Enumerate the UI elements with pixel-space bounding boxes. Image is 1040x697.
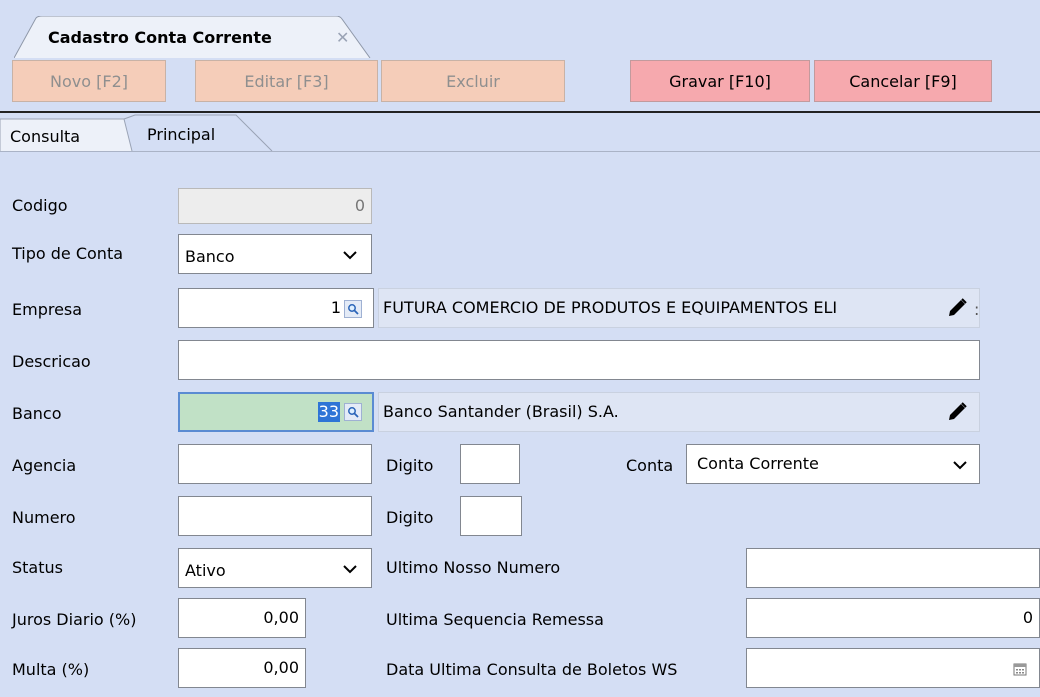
tab-divider xyxy=(0,151,1040,152)
multa-label: Multa (%) xyxy=(12,660,90,679)
numero-label: Numero xyxy=(12,508,76,527)
status-label: Status xyxy=(12,558,63,577)
empresa-description-text: FUTURA COMERCIO DE PRODUTOS E EQUIPAMENT… xyxy=(383,298,838,317)
descricao-field[interactable] xyxy=(178,340,980,380)
agencia-label: Agencia xyxy=(12,456,77,475)
banco-label: Banco xyxy=(12,404,62,423)
magnifier-icon xyxy=(348,407,359,418)
banco-description: Banco Santander (Brasil) S.A. xyxy=(378,392,980,432)
tipo-conta-value: Banco xyxy=(185,247,235,266)
chevron-down-icon xyxy=(953,461,967,470)
conta-value: Conta Corrente xyxy=(697,454,819,473)
banco-edit-pencil-icon[interactable] xyxy=(946,401,968,423)
chevron-down-icon xyxy=(343,565,357,574)
status-value: Ativo xyxy=(185,561,226,580)
document-tab[interactable]: Cadastro Conta Corrente ✕ xyxy=(14,16,374,58)
agencia-field[interactable] xyxy=(178,444,372,484)
cancelar-button[interactable]: Cancelar [F9] xyxy=(814,60,992,102)
numero-digito-field[interactable] xyxy=(460,496,522,536)
agencia-digito-label: Digito xyxy=(386,456,434,475)
tab-principal[interactable]: Principal xyxy=(147,125,215,144)
empresa-edit-pencil-icon[interactable] xyxy=(946,297,968,319)
gravar-button[interactable]: Gravar [F10] xyxy=(630,60,810,102)
juros-diario-field[interactable]: 0,00 xyxy=(178,598,306,638)
ultimo-nosso-numero-label: Ultimo Nosso Numero xyxy=(386,558,561,577)
agencia-digito-field[interactable] xyxy=(460,444,520,484)
close-icon[interactable]: ✕ xyxy=(336,28,349,47)
editar-button[interactable]: Editar [F3] xyxy=(195,60,378,102)
calendar-icon[interactable] xyxy=(1013,662,1027,676)
ultimo-nosso-numero-field[interactable] xyxy=(746,548,1040,588)
banco-description-text: Banco Santander (Brasil) S.A. xyxy=(383,402,619,421)
empresa-code: 1 xyxy=(330,298,341,317)
codigo-label: Codigo xyxy=(12,196,68,215)
empresa-label: Empresa xyxy=(12,300,83,319)
data-ultima-consulta-field[interactable] xyxy=(746,648,1040,688)
numero-digito-label: Digito xyxy=(386,508,434,527)
novo-button[interactable]: Novo [F2] xyxy=(12,60,166,102)
data-ultima-consulta-label: Data Ultima Consulta de Boletos WS xyxy=(386,660,678,679)
tipo-conta-label: Tipo de Conta xyxy=(12,244,124,263)
ultima-sequencia-remessa-label: Ultima Sequencia Remessa xyxy=(386,610,604,629)
empresa-lookup-button[interactable] xyxy=(344,300,362,318)
conta-select[interactable]: Conta Corrente xyxy=(686,444,980,484)
document-tab-title: Cadastro Conta Corrente xyxy=(48,28,272,47)
tab-consulta[interactable]: Consulta xyxy=(10,127,80,146)
numero-field[interactable] xyxy=(178,496,372,536)
multa-field[interactable]: 0,00 xyxy=(178,648,306,688)
codigo-field: 0 xyxy=(178,188,372,224)
descricao-label: Descricao xyxy=(12,352,91,371)
tipo-conta-select[interactable]: Banco xyxy=(178,234,372,274)
banco-lookup-button[interactable] xyxy=(344,403,362,421)
excluir-button[interactable]: Excluir xyxy=(381,60,565,102)
magnifier-icon xyxy=(348,304,359,315)
conta-label: Conta xyxy=(626,456,674,475)
ultima-sequencia-remessa-field[interactable]: 0 xyxy=(746,598,1040,638)
empresa-description: FUTURA COMERCIO DE PRODUTOS E EQUIPAMENT… xyxy=(378,288,980,328)
juros-diario-label: Juros Diario (%) xyxy=(12,610,137,629)
banco-code: 33 xyxy=(317,402,340,422)
empresa-overflow-mark: : xyxy=(974,300,980,319)
chevron-down-icon xyxy=(343,251,357,260)
status-select[interactable]: Ativo xyxy=(178,548,372,588)
